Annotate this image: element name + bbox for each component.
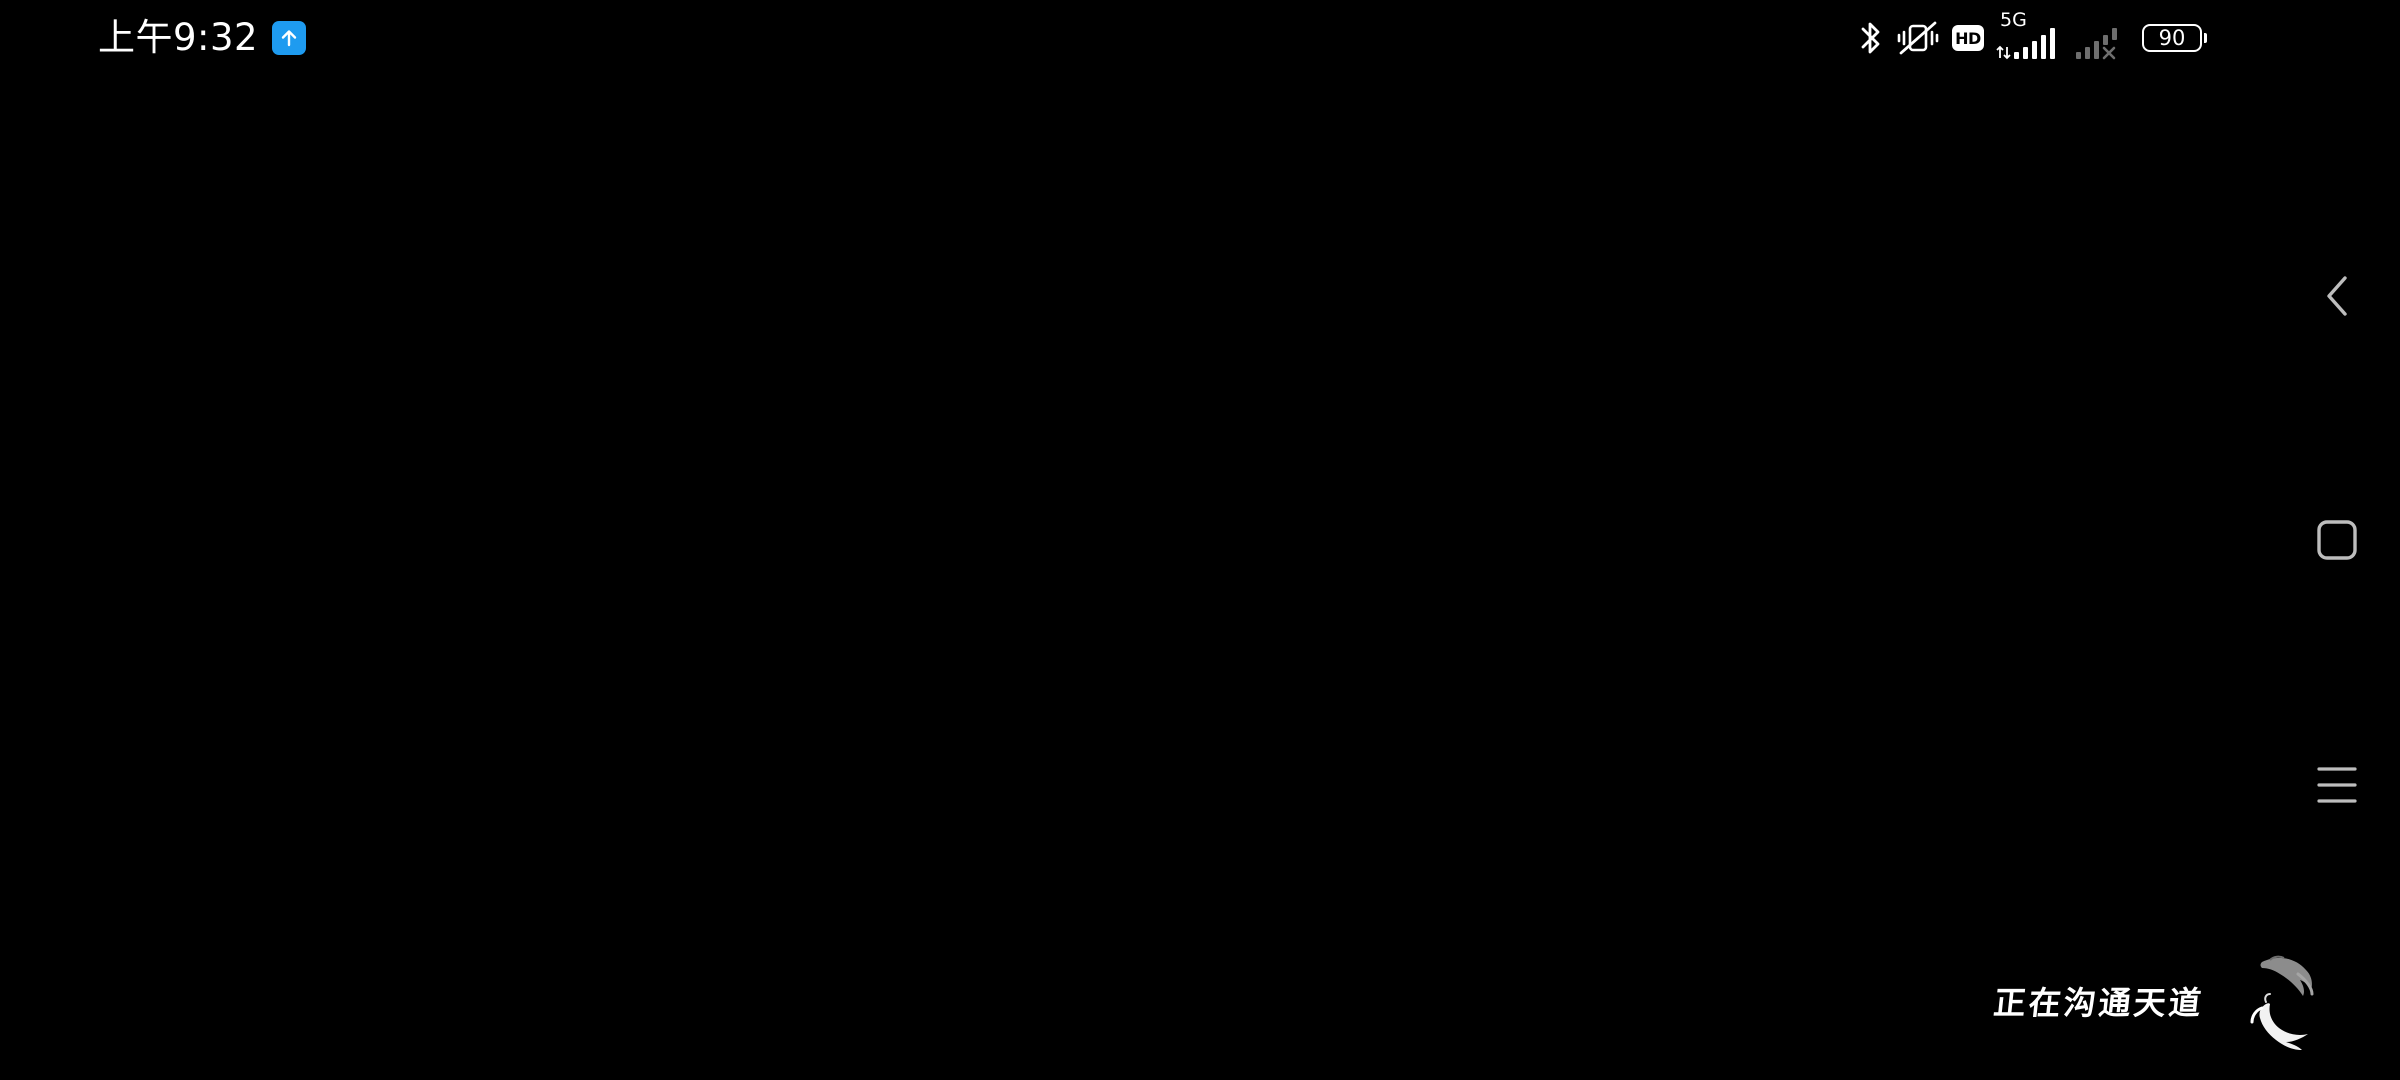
status-left: 上午9:32 [98,14,307,62]
back-button[interactable] [2274,236,2400,356]
vibrate-off-icon [1896,19,1940,57]
menu-icon [2317,767,2357,803]
battery-level: 90 [2158,25,2186,50]
signal-5g-icon: 5G [1996,10,2062,62]
back-icon [2327,276,2347,316]
home-button[interactable] [2274,480,2400,600]
upload-arrow-icon [272,21,307,55]
hd-voice-icon: HD [1952,25,1984,51]
status-bar: 上午9:32 HD 5G 90 [0,0,2400,76]
battery-tip [2204,33,2207,43]
clock: 上午9:32 [98,16,259,59]
koi-fish-spinner-icon [2250,955,2314,1050]
battery-icon: 90 [2142,24,2207,52]
recents-menu-button[interactable] [2274,725,2400,845]
loading-text: 正在沟通天道 [1991,984,2206,1022]
game-loading-screen: 上午9:32 HD 5G 90 正在沟通天道 [0,0,2400,1080]
navigation-bar [2274,0,2400,1080]
home-icon [2317,520,2357,560]
loading-indicator: 正在沟通天道 [1990,948,2330,1058]
bluetooth-icon [1858,19,1884,57]
status-right: HD 5G 90 [1858,10,2207,62]
signal-sim2-no-service-icon [2074,14,2122,62]
